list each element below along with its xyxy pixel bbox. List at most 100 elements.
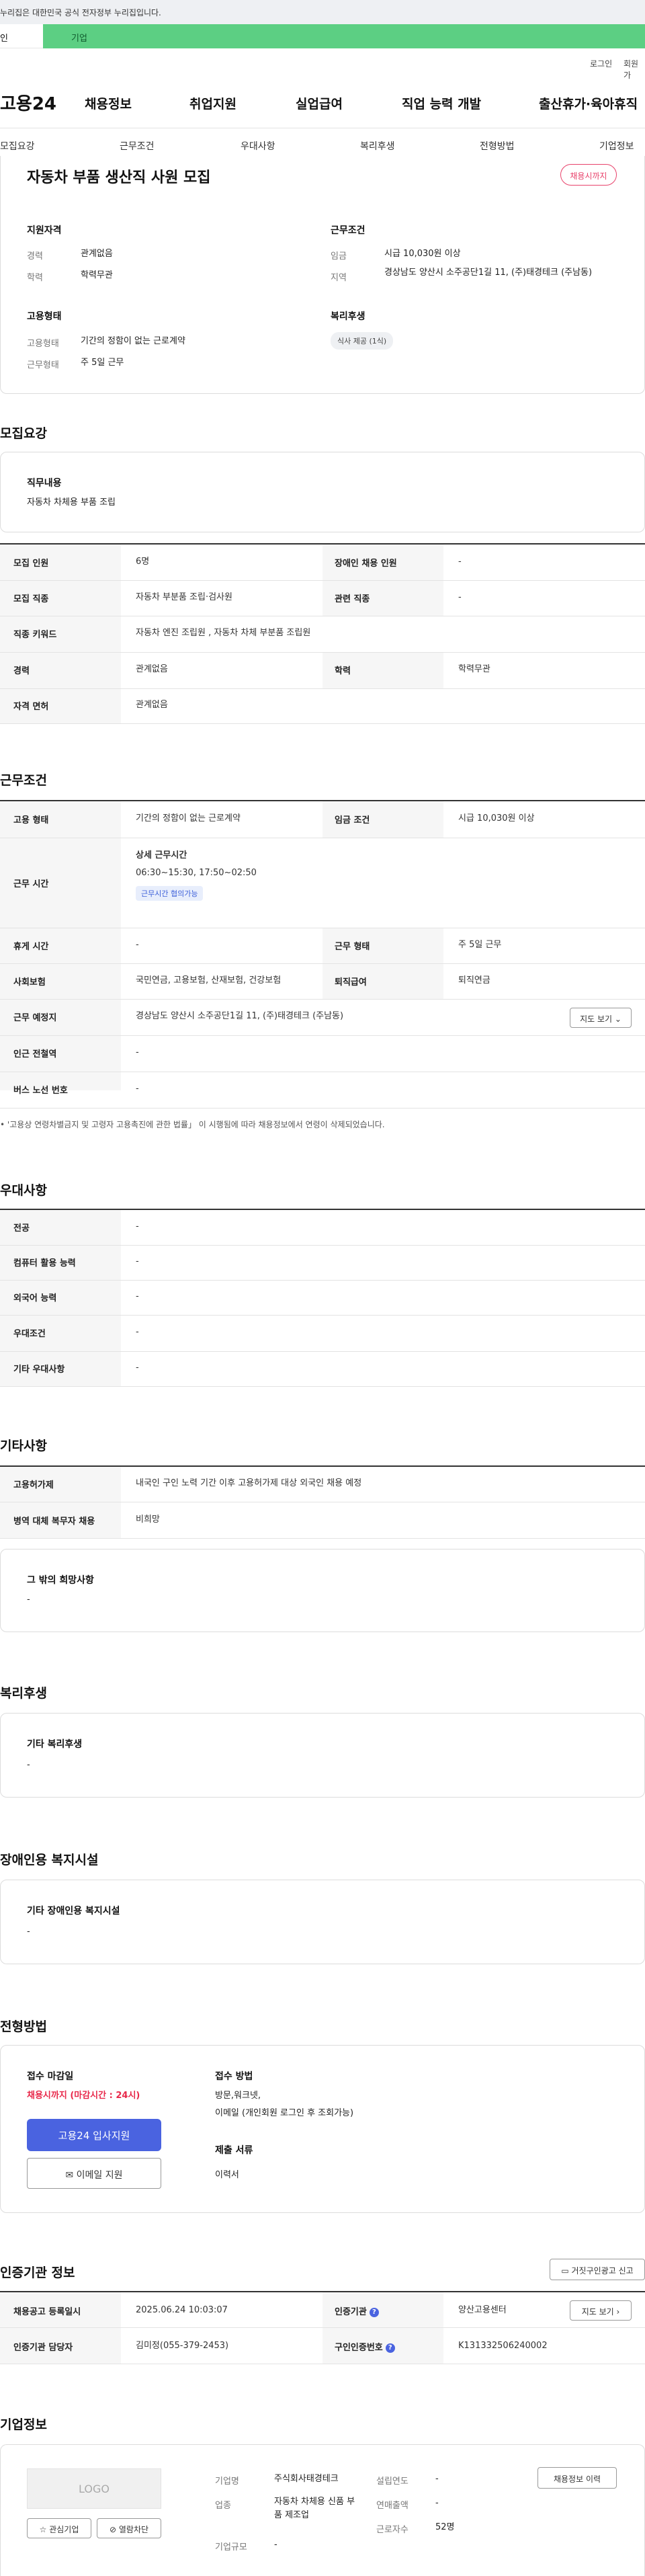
deadline-title: 접수 마감일 xyxy=(27,2071,74,2082)
gnb-item-jobs[interactable]: 채용정보 xyxy=(85,94,132,112)
gnb-item-unemployment[interactable]: 실업급여 xyxy=(296,94,343,112)
row-divider xyxy=(0,580,645,581)
headcount-value: 6명 xyxy=(136,557,150,567)
apply-button[interactable]: 고용24 입사지원 xyxy=(27,2119,161,2151)
edu-row-value: 학력무관 xyxy=(458,664,490,674)
employees-label: 근로자수 xyxy=(376,2525,408,2535)
major-value: - xyxy=(136,1221,139,1232)
block-label: 열람차단 xyxy=(118,2525,149,2534)
qual-title: 지원자격 xyxy=(27,225,62,236)
welfare-title: 복리후생 xyxy=(331,311,366,322)
subnav-company[interactable]: 기업정보 xyxy=(599,139,634,153)
row-divider xyxy=(0,1245,645,1246)
row-divider xyxy=(0,652,645,653)
related-label: 관련 직종 xyxy=(335,594,370,604)
location-value: 경상남도 양산시 소주공단1길 11, (주)태경테크 (주남동) xyxy=(136,1011,344,1021)
agency-th-bg xyxy=(0,2292,121,2364)
emptype-row-label: 고용 형태 xyxy=(13,815,49,826)
welfare-section-title: 복리후생 xyxy=(0,1686,47,1701)
company-logo: LOGO xyxy=(27,2468,161,2509)
disabled-box-title: 기타 장애인용 복지시설 xyxy=(27,1906,120,1917)
subnav-welfare[interactable]: 복리후생 xyxy=(360,139,395,153)
worktype-value: 주 5일 근무 xyxy=(81,358,124,368)
subway-value: - xyxy=(136,1047,139,1057)
gnb-item-parental-leave[interactable]: 출산휴가·육아휴직 xyxy=(539,94,638,112)
subnav-work[interactable]: 근무조건 xyxy=(120,139,155,153)
report-label: 거짓구인광고 신고 xyxy=(571,2266,634,2276)
worktype-label: 근무형태 xyxy=(27,360,59,370)
row-divider xyxy=(0,1351,645,1352)
agency-map-button[interactable]: 지도 보기 › xyxy=(570,2300,632,2321)
docs-value: 이력서 xyxy=(215,2170,239,2180)
major-label: 전공 xyxy=(13,1223,30,1234)
status-badge: 채용시까지 xyxy=(560,164,617,186)
welfare-box-title: 기타 복리후생 xyxy=(27,1739,83,1750)
row-divider xyxy=(0,1108,645,1109)
info-icon[interactable]: ? xyxy=(385,2343,395,2353)
method-value: 방문,워크넷, xyxy=(215,2091,261,2101)
document-icon: ▭ xyxy=(561,2266,569,2276)
disabled-box-value: - xyxy=(27,1927,30,1937)
duty-box xyxy=(0,452,645,532)
welfare-box xyxy=(0,1713,645,1798)
regdate-label: 채용공고 등록일시 xyxy=(13,2307,81,2317)
cond-title: 근무조건 xyxy=(331,225,366,236)
subnav-selection[interactable]: 전형방법 xyxy=(480,139,515,153)
block-icon: ⊘ xyxy=(109,2525,117,2534)
age-note: • '고용상 연령차별금지 및 고령자 고용촉진에 관한 법률」 이 시행됨에 … xyxy=(0,1120,385,1129)
work-section-title: 근무조건 xyxy=(0,773,47,788)
military-value: 비희망 xyxy=(136,1515,160,1525)
info-icon[interactable]: ? xyxy=(369,2307,379,2317)
favorite-button[interactable]: ☆ 관심기업 xyxy=(27,2518,91,2538)
subnav-preference[interactable]: 우대사항 xyxy=(241,139,275,153)
gnb-item-training[interactable]: 직업 능력 개발 xyxy=(402,94,481,112)
headcount-label: 모집 인원 xyxy=(13,559,49,569)
career-row-label: 경력 xyxy=(13,666,30,676)
disabled-label: 장애인 채용 인원 xyxy=(335,559,397,569)
block-button[interactable]: ⊘ 열람차단 xyxy=(97,2518,161,2538)
revenue-label: 연매출액 xyxy=(376,2501,408,2511)
row-divider xyxy=(0,1035,645,1036)
region-label: 지역 xyxy=(331,273,347,283)
hours-chip: 근무시간 협의가능 xyxy=(136,886,204,901)
agency-org-label-wrap: 인증기관? xyxy=(335,2304,379,2317)
deadline-value: 채용시까지 (마감시간 : 24시) xyxy=(27,2091,140,2101)
career-row-value: 관계없음 xyxy=(136,664,168,674)
favorite-label: 관심기업 xyxy=(49,2525,79,2534)
row-divider xyxy=(0,2327,645,2328)
subnav-recruit[interactable]: 모집요강 xyxy=(0,139,35,153)
site-logo[interactable]: 고용24 xyxy=(0,90,56,115)
star-icon: ☆ xyxy=(39,2525,47,2534)
company-section-title: 기업정보 xyxy=(0,2417,47,2432)
row-divider xyxy=(0,1538,645,1539)
career-value: 관계없음 xyxy=(81,249,113,259)
keyword-value: 자동차 엔진 조립원 , 자동차 차체 부분품 조립원 xyxy=(136,628,311,638)
row-divider xyxy=(0,999,645,1000)
work-map-button[interactable]: 지도 보기 ⌄ xyxy=(570,1008,632,1028)
email-apply-button[interactable]: ✉ 이메일 지원 xyxy=(27,2158,161,2189)
disabled-box xyxy=(0,1880,645,1964)
permit-label: 고용허가제 xyxy=(13,1480,54,1490)
recruit-section-title: 모집요강 xyxy=(0,426,47,441)
chevron-right-icon: › xyxy=(616,2307,620,2317)
signup-link[interactable]: 회원가 xyxy=(624,58,645,81)
welfare-box-value: - xyxy=(27,1760,30,1770)
size-label: 기업규모 xyxy=(215,2542,247,2552)
pref-etc-value: - xyxy=(136,1363,139,1373)
login-link[interactable]: 로그인 xyxy=(590,58,612,69)
wish-box xyxy=(0,1549,645,1632)
tab-company[interactable]: 기업 xyxy=(43,24,645,48)
tab-personal[interactable]: 인 xyxy=(0,24,43,48)
wish-value: - xyxy=(27,1595,30,1605)
selection-section-title: 전형방법 xyxy=(0,2019,47,2034)
agency-section-title: 인증기관 정보 xyxy=(0,2265,75,2280)
severance-label: 퇴직급여 xyxy=(335,977,367,988)
report-button[interactable]: ▭ 거짓구인광고 신고 xyxy=(550,2259,645,2280)
authno-label: 구인인증번호 xyxy=(335,2343,383,2353)
gnb-item-support[interactable]: 취업지원 xyxy=(189,94,236,112)
edu-value: 학력무관 xyxy=(81,270,113,280)
gov-banner-text: 누리집은 대한민국 공식 전자정부 누리집입니다. xyxy=(0,8,161,17)
history-button[interactable]: 채용정보 이력 xyxy=(538,2467,617,2489)
authno-value: K131332506240002 xyxy=(458,2341,548,2351)
revenue-value: - xyxy=(435,2498,439,2508)
